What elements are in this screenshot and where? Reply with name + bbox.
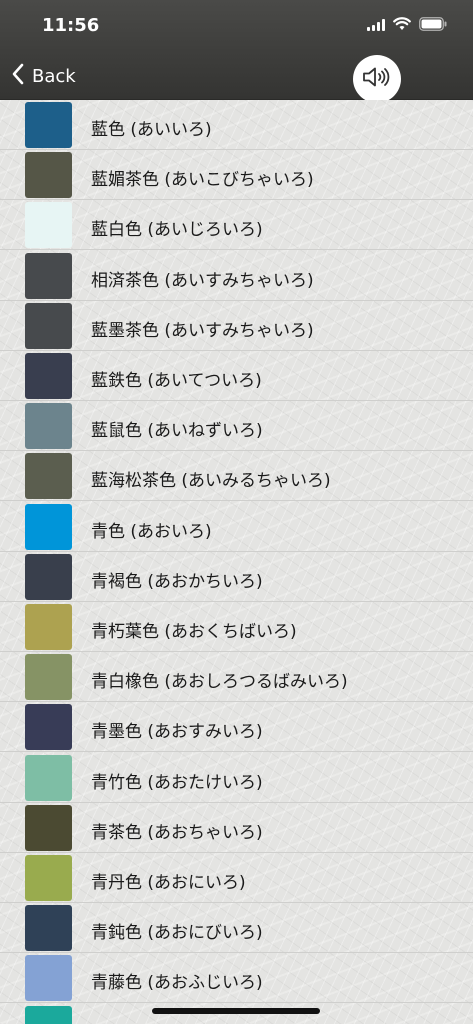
color-list-item[interactable]: 青茶色 (あおちゃいろ) bbox=[0, 803, 473, 853]
signal-icon bbox=[367, 16, 385, 35]
chevron-left-icon bbox=[12, 63, 24, 89]
back-label: Back bbox=[32, 65, 76, 87]
speaker-icon bbox=[361, 65, 393, 93]
color-swatch bbox=[25, 403, 72, 450]
color-name: 青丹色 (あおにいろ) bbox=[91, 873, 246, 893]
color-swatch bbox=[25, 453, 72, 500]
color-swatch bbox=[25, 1005, 72, 1024]
color-list-item[interactable]: 青藤色 (あおふじいろ) bbox=[0, 953, 473, 1004]
color-swatch bbox=[25, 353, 72, 399]
color-swatch bbox=[25, 252, 72, 299]
color-swatch bbox=[25, 503, 72, 550]
color-swatch bbox=[25, 905, 72, 952]
color-name: 藍海松茶色 (あいみるちゃいろ) bbox=[91, 471, 331, 492]
color-list-item[interactable]: 青鈍色 (あおにびいろ) bbox=[0, 903, 473, 954]
color-name: 藍墨茶色 (あいすみちゃいろ) bbox=[91, 320, 314, 341]
status-bar: 11:56 bbox=[0, 0, 473, 52]
color-list-item[interactable]: 藍媚茶色 (あいこびちゃいろ) bbox=[0, 150, 473, 201]
color-name: 青鈍色 (あおにびいろ) bbox=[91, 923, 263, 944]
color-swatch bbox=[25, 604, 72, 650]
wifi-icon bbox=[393, 16, 411, 35]
color-list-item[interactable]: 藍鉄色 (あいてついろ) bbox=[0, 351, 473, 401]
color-list-item[interactable]: 相済茶色 (あいすみちゃいろ) bbox=[0, 251, 473, 301]
color-list-item[interactable]: 青丹色 (あおにいろ) bbox=[0, 853, 473, 903]
color-swatch bbox=[25, 202, 72, 249]
home-indicator bbox=[152, 1008, 320, 1014]
color-name: 青白橡色 (あおしろつるばみいろ) bbox=[91, 672, 348, 693]
color-name: 藍白色 (あいじろいろ) bbox=[91, 220, 263, 241]
color-name: 藍鉄色 (あいてついろ) bbox=[91, 371, 262, 391]
color-list-item[interactable]: 藍色 (あいいろ) bbox=[0, 100, 473, 150]
color-list-item[interactable]: 青白橡色 (あおしろつるばみいろ) bbox=[0, 652, 473, 703]
color-swatch bbox=[25, 553, 72, 600]
color-list-item[interactable]: 青色 (あおいろ) bbox=[0, 502, 473, 552]
color-list[interactable]: 藍色 (あいいろ) 藍媚茶色 (あいこびちゃいろ) 藍白色 (あいじろいろ) 相済茶色… bbox=[0, 100, 473, 1024]
status-icons bbox=[367, 16, 447, 35]
color-swatch bbox=[25, 855, 72, 901]
sound-button[interactable] bbox=[353, 55, 401, 103]
color-name: 相済茶色 (あいすみちゃいろ) bbox=[91, 270, 314, 291]
battery-icon bbox=[419, 16, 447, 35]
color-list-item[interactable]: 青墨色 (あおすみいろ) bbox=[0, 702, 473, 753]
color-list-item[interactable]: 青朽葉色 (あおくちばいろ) bbox=[0, 602, 473, 652]
color-name: 藍鼠色 (あいねずいろ) bbox=[91, 421, 263, 442]
color-list-item[interactable]: 青竹色 (あおたけいろ) bbox=[0, 753, 473, 803]
color-name: 青墨色 (あおすみいろ) bbox=[91, 722, 263, 743]
color-list-item[interactable]: 藍鼠色 (あいねずいろ) bbox=[0, 401, 473, 452]
color-list-item[interactable]: 青褐色 (あおかちいろ) bbox=[0, 552, 473, 602]
color-name: 青朽葉色 (あおくちばいろ) bbox=[91, 622, 297, 642]
status-time: 11:56 bbox=[42, 15, 100, 36]
color-swatch bbox=[25, 955, 72, 1002]
color-swatch bbox=[25, 302, 72, 349]
color-name: 青褐色 (あおかちいろ) bbox=[91, 571, 263, 592]
color-swatch bbox=[25, 654, 72, 701]
color-name: 藍色 (あいいろ) bbox=[91, 120, 212, 140]
color-swatch bbox=[25, 804, 72, 851]
navigation-bar: Back bbox=[0, 52, 473, 103]
color-swatch bbox=[25, 102, 72, 148]
back-button[interactable]: Back bbox=[12, 62, 76, 90]
color-name: 藍媚茶色 (あいこびちゃいろ) bbox=[91, 170, 314, 191]
color-name: 青竹色 (あおたけいろ) bbox=[91, 772, 263, 793]
color-list-item[interactable]: 藍白色 (あいじろいろ) bbox=[0, 200, 473, 251]
color-list-item[interactable]: 藍墨茶色 (あいすみちゃいろ) bbox=[0, 301, 473, 351]
color-name: 青藤色 (あおふじいろ) bbox=[91, 973, 263, 994]
color-swatch bbox=[25, 704, 72, 751]
color-name: 青茶色 (あおちゃいろ) bbox=[91, 822, 263, 843]
color-name: 青色 (あおいろ) bbox=[91, 521, 212, 542]
color-list-item[interactable]: 藍海松茶色 (あいみるちゃいろ) bbox=[0, 451, 473, 502]
color-swatch bbox=[25, 152, 72, 199]
color-swatch bbox=[25, 754, 72, 801]
